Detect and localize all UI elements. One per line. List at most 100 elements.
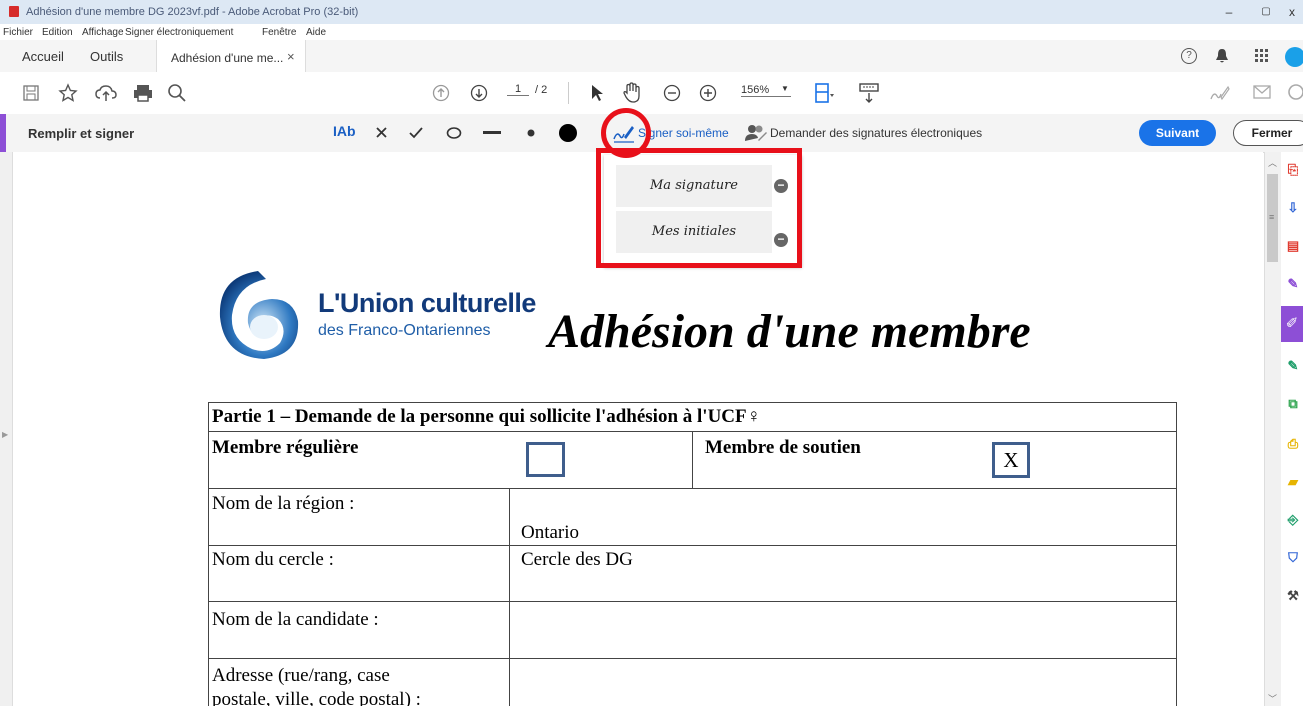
tab-document[interactable]: Adhésion d'une me... × — [156, 40, 306, 72]
regular-member-cell: Membre régulière — [208, 431, 693, 489]
candidate-label-cell: Nom de la candidate : — [208, 601, 510, 659]
cross-mark-tool-icon[interactable] — [375, 126, 388, 139]
request-signatures-icon[interactable] — [744, 122, 768, 144]
menu-file[interactable]: Fichier — [3, 27, 33, 38]
support-member-cell: Membre de soutien — [692, 431, 1177, 489]
menu-window[interactable]: Fenêtre — [262, 27, 296, 38]
bell-icon[interactable] — [1215, 48, 1229, 64]
more-tools-icon[interactable]: ⚒ — [1285, 588, 1301, 604]
circle-value-cell[interactable]: Cercle des DG — [509, 545, 1177, 602]
color-picker-icon[interactable] — [558, 123, 578, 143]
request-signatures-link[interactable]: Demander des signatures électroniques — [770, 126, 982, 140]
dot-tool-icon[interactable] — [527, 129, 535, 137]
window-title: Adhésion d'une membre DG 2023vf.pdf - Ad… — [26, 6, 359, 18]
regular-member-checkbox[interactable] — [526, 442, 565, 477]
address-label-line2: postale, ville, code postal) : — [212, 689, 421, 706]
annotation-red-box — [596, 148, 802, 268]
zoom-level-select[interactable]: 156% ▼ — [741, 84, 791, 97]
zoom-level-value: 156% — [741, 84, 770, 96]
print-production-icon[interactable]: ⎆ — [1285, 512, 1301, 528]
candidate-value-cell[interactable] — [509, 601, 1177, 659]
toolbar-divider — [568, 82, 569, 104]
regular-member-label: Membre régulière — [212, 437, 359, 458]
scan-ocr-icon[interactable]: ⎙ — [1285, 436, 1301, 452]
email-icon[interactable] — [1253, 85, 1271, 100]
read-mode-icon[interactable] — [858, 82, 880, 104]
line-tool-icon[interactable] — [483, 131, 501, 135]
close-window-button[interactable]: x — [1280, 0, 1303, 24]
next-button[interactable]: Suivant — [1139, 120, 1216, 146]
page-down-icon[interactable] — [470, 84, 488, 102]
region-value-cell[interactable]: Ontario — [509, 488, 1177, 546]
logo-subtitle: des Franco-Ontariennes — [318, 322, 491, 339]
combine-files-icon[interactable]: ⧉ — [1285, 396, 1301, 412]
maximize-button[interactable]: ▢ — [1248, 0, 1284, 24]
menu-view[interactable]: Affichage — [82, 27, 124, 38]
tab-bar: Accueil Outils Adhésion d'une me... × ? — [0, 40, 1303, 73]
zoom-out-icon[interactable] — [663, 84, 681, 102]
scroll-down-icon[interactable]: ﹀ — [1268, 692, 1277, 705]
add-text-tool[interactable]: IAb — [333, 123, 356, 139]
help-icon[interactable]: ? — [1181, 48, 1197, 64]
tab-home[interactable]: Accueil — [22, 49, 64, 64]
scroll-up-icon[interactable]: ︿ — [1268, 156, 1277, 169]
select-cursor-icon[interactable] — [590, 83, 604, 103]
save-icon[interactable] — [23, 85, 39, 101]
support-member-mark: X — [1003, 448, 1019, 472]
vertical-scrollbar[interactable]: ︿ ≡ ﹀ — [1264, 152, 1281, 706]
hand-tool-icon[interactable] — [622, 82, 642, 104]
pdf-app-icon — [9, 6, 19, 17]
protect-shield-icon[interactable]: ⛉ — [1285, 550, 1301, 566]
page-number-input[interactable]: 1 — [507, 83, 529, 96]
close-tool-button[interactable]: Fermer — [1233, 120, 1303, 146]
region-value: Ontario — [521, 522, 580, 543]
address-label: Adresse (rue/rang, case — [212, 665, 390, 686]
zoom-in-icon[interactable] — [699, 84, 717, 102]
address-value-cell[interactable] — [509, 658, 1177, 706]
cloud-upload-icon[interactable] — [95, 84, 117, 102]
sign-yourself-link[interactable]: Signer soi-même — [638, 126, 729, 140]
expand-panel-icon[interactable]: ▶ — [2, 430, 8, 439]
annotation-red-circle — [601, 108, 651, 158]
menu-edit[interactable]: Edition — [42, 27, 73, 38]
fit-page-icon[interactable] — [813, 82, 835, 104]
minimize-button[interactable]: – — [1211, 0, 1247, 24]
menu-bar: Fichier Edition Affichage Signer électro… — [0, 24, 1303, 39]
page-total: / 2 — [535, 84, 548, 96]
support-member-checkbox[interactable]: X — [992, 442, 1030, 478]
export-pdf-icon[interactable]: ⇩ — [1285, 200, 1301, 216]
region-label: Nom de la région : — [212, 493, 355, 514]
menu-help[interactable]: Aide — [306, 27, 326, 38]
account-avatar[interactable] — [1285, 47, 1303, 67]
tab-tools[interactable]: Outils — [90, 49, 123, 64]
sign-pen-icon[interactable] — [1208, 83, 1230, 103]
apps-grid-icon[interactable] — [1254, 48, 1270, 64]
request-signature-tool-icon[interactable]: ✎ — [1285, 276, 1301, 292]
edit-pdf-icon[interactable]: ✎ — [1285, 358, 1301, 374]
checkmark-tool-icon[interactable] — [408, 126, 424, 139]
title-bar: Adhésion d'une membre DG 2023vf.pdf - Ad… — [0, 0, 1303, 24]
scrollbar-grip-icon: ≡ — [1269, 212, 1275, 222]
circle-tool-icon[interactable] — [446, 126, 462, 140]
tab-close-icon[interactable]: × — [287, 49, 295, 64]
comment-icon[interactable]: ▰ — [1285, 474, 1301, 490]
fill-sign-tool-active[interactable]: ✐ — [1281, 306, 1303, 342]
fill-sign-title: Remplir et signer — [28, 126, 135, 141]
page-up-icon[interactable] — [432, 84, 450, 102]
logo-title: L'Union culturelle — [318, 288, 536, 318]
bookmark-star-icon[interactable] — [58, 83, 78, 103]
search-icon[interactable] — [1287, 83, 1303, 103]
part1-title: Partie 1 – Demande de la personne qui so… — [212, 406, 761, 427]
create-pdf-icon[interactable]: ⎘ — [1285, 162, 1301, 178]
tool-accent-bar — [0, 114, 6, 152]
circle-label: Nom du cercle : — [212, 549, 334, 570]
fill-sign-pen-icon: ✐ — [1285, 315, 1299, 332]
zoom-search-icon[interactable] — [167, 83, 187, 103]
menu-sign[interactable]: Signer électroniquement — [125, 27, 233, 38]
organize-pages-icon[interactable]: ▤ — [1285, 238, 1301, 254]
circle-value: Cercle des DG — [521, 549, 633, 570]
print-icon[interactable] — [133, 84, 153, 102]
left-navigation-rail[interactable]: ▶ — [0, 152, 13, 706]
tab-document-label: Adhésion d'une me... — [171, 51, 284, 65]
region-label-cell: Nom de la région : — [208, 488, 510, 546]
